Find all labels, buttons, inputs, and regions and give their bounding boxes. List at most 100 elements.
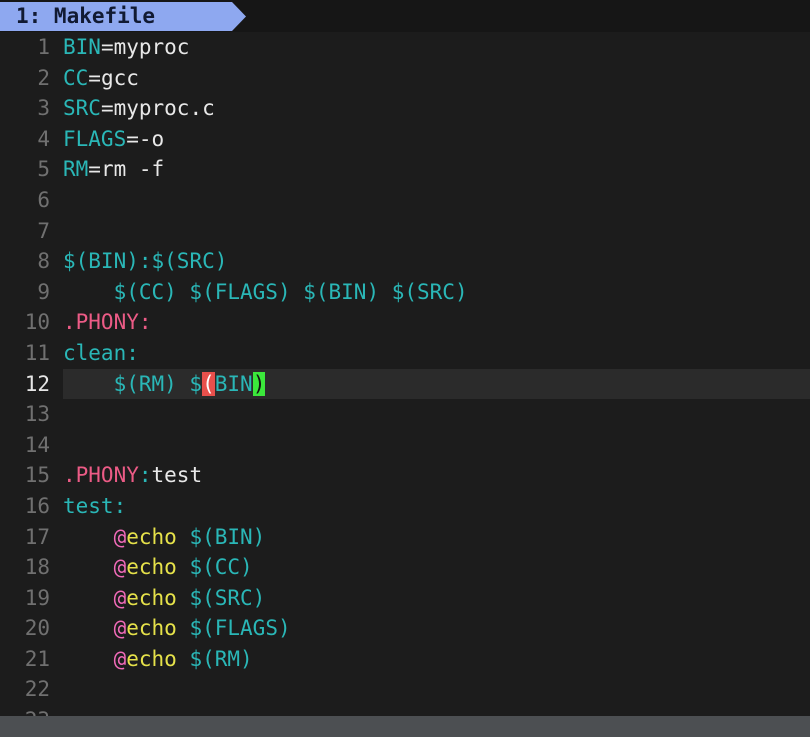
code-token: $(BIN) (189, 524, 266, 549)
line-text (63, 185, 810, 216)
code-token: $(SRC) (151, 249, 228, 274)
code-line[interactable]: 16 test: (0, 491, 810, 522)
line-text: test: (63, 491, 810, 522)
line-number: 12 (24, 371, 50, 396)
code-line[interactable]: 10 .PHONY: (0, 307, 810, 338)
code-token: test (151, 463, 203, 488)
tab-makefile[interactable]: 1: Makefile (0, 2, 246, 31)
code-line[interactable]: 23 (0, 705, 810, 716)
code-line[interactable]: 14 (0, 430, 810, 461)
code-token: FLAGS (63, 126, 127, 151)
line-number: 10 (24, 310, 50, 335)
code-token: =rm -f (88, 157, 165, 182)
code-token: : (138, 249, 152, 274)
code-token: $(CC) (189, 555, 253, 580)
line-number: 14 (24, 432, 50, 457)
line-number: 1 (37, 35, 50, 59)
code-line[interactable]: 9 $(CC) $(FLAGS) $(BIN) $(SRC) (0, 277, 810, 308)
code-line[interactable]: 2 CC=gcc (0, 63, 810, 94)
code-token: echo (126, 616, 177, 641)
code-line[interactable]: 7 (0, 216, 810, 247)
code-line[interactable]: 12 $(RM) $(BIN) (0, 368, 810, 400)
code-token: =gcc (88, 65, 139, 90)
code-line[interactable]: 5 RM=rm -f (0, 154, 810, 185)
line-number: 20 (24, 616, 50, 641)
code-token: $(SRC) (189, 585, 266, 610)
line-text (63, 216, 810, 247)
code-line[interactable]: 17 @echo $(BIN) (0, 522, 810, 553)
code-token: .PHONY: (63, 310, 152, 335)
code-line[interactable]: 21 @echo $(RM) (0, 644, 810, 675)
matching-paren: ) (252, 371, 266, 396)
code-token: echo (126, 585, 177, 610)
line-number: 19 (24, 585, 50, 610)
line-number: 4 (37, 126, 50, 151)
line-number: 22 (24, 677, 50, 702)
line-text: $(BIN):$(SRC) (63, 246, 810, 277)
line-text: SRC=myproc.c (63, 93, 810, 124)
line-number: 16 (24, 493, 50, 518)
line-number: 21 (24, 646, 50, 671)
code-line[interactable]: 19 @echo $(SRC) (0, 583, 810, 614)
line-text: RM=rm -f (63, 154, 810, 185)
line-number: 11 (24, 340, 50, 365)
line-number: 13 (24, 402, 50, 427)
code-token: test: (63, 493, 127, 518)
line-number: 15 (24, 463, 50, 488)
code-token: clean: (63, 340, 139, 365)
code-line[interactable]: 3 SRC=myproc.c (0, 93, 810, 124)
line-number: 8 (37, 249, 50, 274)
line-text (63, 399, 810, 430)
line-text: @echo $(BIN) (63, 522, 810, 553)
line-text: FLAGS=-o (63, 124, 810, 155)
code-line[interactable]: 22 (0, 674, 810, 705)
line-number: 7 (37, 218, 50, 243)
code-token: echo (126, 646, 177, 671)
code-token: RM (63, 157, 89, 182)
line-text (63, 705, 810, 716)
line-number: 17 (24, 524, 50, 549)
tabline: 1: Makefile (0, 0, 810, 32)
code-line[interactable]: 20 @echo $(FLAGS) (0, 613, 810, 644)
line-number: 9 (37, 279, 50, 304)
line-text: @echo $(RM) (63, 644, 810, 675)
code-line[interactable]: 13 (0, 399, 810, 430)
code-line[interactable]: 18 @echo $(CC) (0, 552, 810, 583)
line-text: $(CC) $(FLAGS) $(BIN) $(SRC) (63, 277, 810, 308)
line-number: 6 (37, 187, 50, 212)
code-token: $(FLAGS) (189, 616, 291, 641)
code-token: =-o (126, 126, 165, 151)
code-token: @ (113, 555, 127, 580)
matching-paren: ( (202, 371, 215, 396)
line-number: 23 (0, 705, 50, 716)
line-text: clean: (63, 338, 810, 369)
line-text: @echo $(CC) (63, 552, 810, 583)
line-text (63, 674, 810, 705)
code-token: .PHONY (63, 463, 139, 488)
code-line[interactable]: 1 BIN=myproc (0, 32, 810, 63)
line-text: BIN=myproc (63, 32, 810, 63)
code-token: : (138, 463, 152, 488)
code-line[interactable]: 8 $(BIN):$(SRC) (0, 246, 810, 277)
code-token: =myproc.c (100, 96, 215, 121)
code-token: $(RM) $ (113, 371, 203, 396)
line-number: 2 (37, 65, 50, 90)
code-token: @ (113, 646, 127, 671)
code-line[interactable]: 15 .PHONY:test (0, 460, 810, 491)
code-line[interactable]: 6 (0, 185, 810, 216)
code-token: echo (126, 555, 177, 580)
code-token: echo (126, 524, 177, 549)
code-line[interactable]: 11 clean: (0, 338, 810, 369)
editor-buffer[interactable]: 1 BIN=myproc 2 CC=gcc 3 SRC=myproc.c 4 FLAGS=-o… (0, 32, 810, 716)
line-text: .PHONY:test (63, 460, 810, 491)
code-line[interactable]: 4 FLAGS=-o (0, 124, 810, 155)
line-text: @echo $(FLAGS) (63, 613, 810, 644)
